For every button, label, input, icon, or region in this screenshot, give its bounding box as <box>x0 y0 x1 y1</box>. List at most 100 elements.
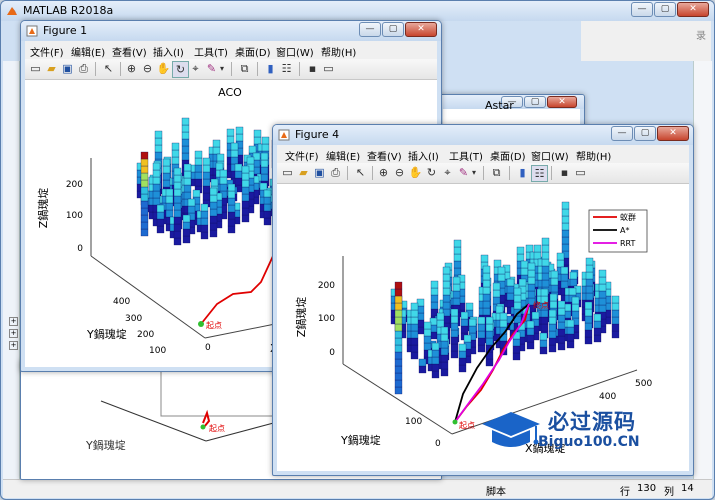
obstacle-bar-segment <box>556 252 565 261</box>
graduation-cap-logo-icon <box>482 412 540 447</box>
dock-icon[interactable]: ▭ <box>321 61 336 76</box>
obstacle-bar-segment <box>539 346 548 355</box>
menu-edit[interactable]: 编辑(E) <box>71 44 105 59</box>
pan-icon[interactable]: ✋ <box>408 165 423 180</box>
menu-tools[interactable]: 工具(T) <box>194 44 228 59</box>
obstacle-bar-segment <box>548 323 557 332</box>
menu-view[interactable]: 查看(V) <box>367 148 402 163</box>
close-button[interactable]: ✕ <box>677 2 709 17</box>
menu-help[interactable]: 帮助(H) <box>576 148 611 163</box>
brush-icon[interactable]: ✎ <box>456 165 471 180</box>
obstacle-bar-segment <box>585 264 594 273</box>
zoom-in-icon[interactable]: ⊕ <box>376 165 391 180</box>
obstacle-bar-segment <box>216 153 225 162</box>
obstacle-bar-segment <box>173 209 182 218</box>
legend-icon[interactable]: ☷ <box>279 61 294 76</box>
save-icon[interactable]: ▣ <box>60 61 75 76</box>
save-icon[interactable]: ▣ <box>312 165 327 180</box>
print-icon[interactable]: ⎙ <box>328 165 343 180</box>
menu-window[interactable]: 窗口(W) <box>276 44 314 59</box>
obstacle-bar-segment <box>234 177 243 186</box>
zoom-in-icon[interactable]: ⊕ <box>124 61 139 76</box>
figure4-close-button[interactable]: ✕ <box>657 126 689 141</box>
data-cursor-icon[interactable]: ⌖ <box>188 61 203 76</box>
obstacle-bar-segment <box>516 246 525 255</box>
colorbar-icon[interactable]: ▮ <box>263 61 278 76</box>
toolbar-separator <box>257 62 258 76</box>
select-arrow-icon[interactable]: ↖ <box>101 61 116 76</box>
obstacle-bar-segment <box>253 136 262 145</box>
rotate-3d-icon[interactable]: ↻ <box>172 61 189 78</box>
menu-desktop[interactable]: 桌面(D) <box>235 44 271 59</box>
hide-tools-icon[interactable]: ▪ <box>557 165 572 180</box>
colorbar-icon[interactable]: ▮ <box>515 165 530 180</box>
brush-icon[interactable]: ✎ <box>204 61 219 76</box>
obstacle-bar-segment <box>440 347 449 356</box>
print-icon[interactable]: ⎙ <box>76 61 91 76</box>
minimize-button[interactable]: — <box>631 2 653 17</box>
obstacle-bar-segment <box>235 133 244 142</box>
obstacle-bar-segment <box>450 308 459 317</box>
select-arrow-icon[interactable]: ↖ <box>353 165 368 180</box>
obstacle-bar-segment <box>485 330 494 339</box>
obstacle-bar-segment <box>173 174 182 183</box>
left-expand-icon[interactable]: + <box>9 329 18 338</box>
toolbar-separator <box>231 62 232 76</box>
zoom-out-icon[interactable]: ⊖ <box>140 61 155 76</box>
open-file-icon[interactable]: ▰ <box>44 61 59 76</box>
data-cursor-icon[interactable]: ⌖ <box>440 165 455 180</box>
left-expand-icon[interactable]: + <box>9 341 18 350</box>
menu-tools[interactable]: 工具(T) <box>449 148 483 163</box>
obstacle-bar-segment <box>557 314 566 323</box>
dock-icon[interactable]: ▭ <box>573 165 588 180</box>
zoom-out-icon[interactable]: ⊖ <box>392 165 407 180</box>
figure1-minimize-button[interactable]: — <box>359 22 381 37</box>
obstacle-bar-segment <box>561 215 570 224</box>
new-figure-icon[interactable]: ▭ <box>280 165 295 180</box>
matlab-title-bar: MATLAB R2018a — ▢ ✕ <box>1 1 714 21</box>
obstacle-bar-segment <box>182 228 191 237</box>
link-plot-icon[interactable]: ⧉ <box>489 165 504 180</box>
start-point-marker <box>198 321 204 327</box>
obstacle-bar-segment <box>442 294 451 303</box>
obstacle-bar-segment <box>520 267 529 276</box>
menu-view[interactable]: 查看(V) <box>112 44 147 59</box>
menu-file[interactable]: 文件(F) <box>285 148 319 163</box>
link-plot-icon[interactable]: ⧉ <box>237 61 252 76</box>
menu-desktop[interactable]: 桌面(D) <box>490 148 526 163</box>
pan-icon[interactable]: ✋ <box>156 61 171 76</box>
obstacle-bar-segment <box>230 149 239 158</box>
obstacle-bar-segment <box>541 272 550 281</box>
obstacle-bar-segment <box>598 283 607 292</box>
menu-insert[interactable]: 插入(I) <box>408 148 439 163</box>
obstacle-bar-segment <box>485 337 494 346</box>
figure1-close-button[interactable]: ✕ <box>405 22 437 37</box>
astar-close-button[interactable]: ✕ <box>547 96 577 108</box>
figure4-maximize-button[interactable]: ▢ <box>634 126 656 141</box>
maximize-button[interactable]: ▢ <box>654 2 676 17</box>
hide-tools-icon[interactable]: ▪ <box>305 61 320 76</box>
astar-maximize-button[interactable]: ▢ <box>524 96 546 108</box>
menu-window[interactable]: 窗口(W) <box>531 148 569 163</box>
toolbar-separator <box>551 166 552 180</box>
menu-file[interactable]: 文件(F) <box>30 44 64 59</box>
menu-help[interactable]: 帮助(H) <box>321 44 356 59</box>
obstacle-bar-segment <box>173 188 182 197</box>
dropdown-arrow-icon[interactable]: ▾ <box>470 165 478 180</box>
new-figure-icon[interactable]: ▭ <box>28 61 43 76</box>
dropdown-arrow-icon[interactable]: ▾ <box>218 61 226 76</box>
open-file-icon[interactable]: ▰ <box>296 165 311 180</box>
figure1-maximize-button[interactable]: ▢ <box>382 22 404 37</box>
legend-icon[interactable]: ☷ <box>531 165 548 182</box>
obstacle-bar-segment <box>584 315 593 324</box>
obstacle-bar-segment <box>548 316 557 325</box>
obstacle-bar-segment <box>263 210 272 219</box>
obstacle-bar-segment <box>550 284 559 293</box>
left-expand-icon[interactable]: + <box>9 317 18 326</box>
menu-edit[interactable]: 编辑(E) <box>326 148 360 163</box>
figure4-minimize-button[interactable]: — <box>611 126 633 141</box>
rotate-3d-icon[interactable]: ↻ <box>424 165 439 180</box>
figure4-xtick: 400 <box>599 392 616 402</box>
obstacle-bar-segment <box>611 323 620 332</box>
menu-insert[interactable]: 插入(I) <box>153 44 184 59</box>
